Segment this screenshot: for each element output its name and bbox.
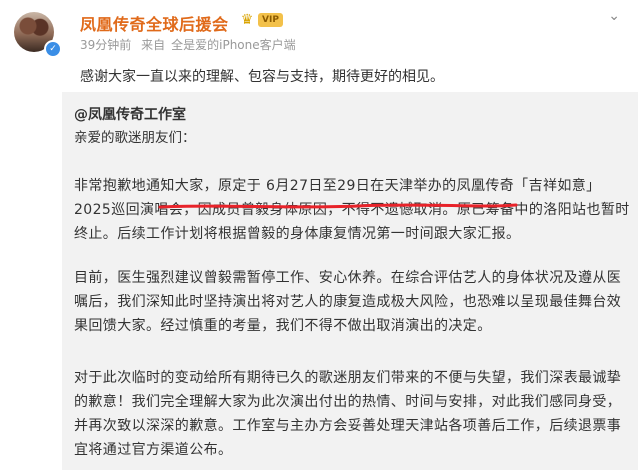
red-underline-annotation: [158, 203, 518, 209]
repost-greeting: 亲爱的歌迷朋友们：: [74, 130, 196, 146]
source-prefix: 来自: [141, 38, 166, 52]
author-name[interactable]: 凤凰传奇全球后援会: [80, 11, 229, 35]
post-header: ✓ 凤凰传奇全球后援会 ♛ VIP 39分钟前 来自 全是爱的iPhone客户端 …: [0, 0, 638, 62]
crown-icon: ♛: [240, 12, 254, 28]
verified-badge-icon: ✓: [44, 40, 62, 58]
post-time[interactable]: 39分钟前: [80, 38, 131, 52]
source-app[interactable]: 全是爱的iPhone客户端: [171, 38, 296, 52]
post-meta: 39分钟前 来自 全是爱的iPhone客户端: [80, 36, 302, 53]
repost-paragraph-2: 目前，医生强烈建议曾毅需暂停工作、安心休养。在综合评估艺人的身体状况及遵从医嘱后…: [74, 270, 622, 334]
repost-paragraph-3: 对于此次临时的变动给所有期待已久的歌迷朋友们带来的不便与失望，我们深表最诚挚的歉…: [74, 370, 622, 458]
post-text: 感谢大家一直以来的理解、包容与支持，期待更好的相见。: [80, 69, 444, 85]
vip-badge: VIP: [258, 13, 283, 27]
chevron-down-icon[interactable]: ⌄: [608, 8, 620, 24]
repost-author[interactable]: @凤凰传奇工作室: [74, 104, 186, 124]
repost-card[interactable]: @凤凰传奇工作室 亲爱的歌迷朋友们： 非常抱歉地通知大家，原定于 6月27日至2…: [62, 92, 638, 470]
